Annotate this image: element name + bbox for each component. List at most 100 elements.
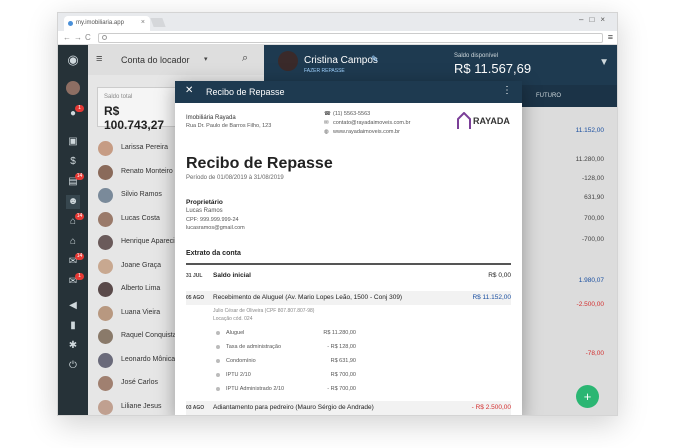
avatar	[98, 399, 113, 415]
settings-icon[interactable]: ✱	[66, 339, 80, 353]
person-name: Henrique Aparecido	[121, 238, 183, 245]
calendar-icon[interactable]: ▣	[66, 135, 80, 149]
logo-text: RAYADA	[473, 116, 510, 126]
user-name: Cristina Campos	[304, 55, 378, 66]
avatar[interactable]	[66, 81, 80, 95]
saldo-card: Saldo total R$ 100.743,27	[97, 87, 183, 132]
avatar	[278, 51, 298, 71]
contract-badge: 14	[75, 173, 84, 180]
browser-menu-icon[interactable]: ≡	[608, 32, 613, 42]
avatar	[98, 211, 113, 227]
row-amount: R$ 11.152,00	[472, 294, 511, 301]
owner-title: Proprietário	[186, 199, 223, 206]
person-name: Larissa Pereira	[121, 144, 169, 151]
url-input[interactable]	[98, 33, 603, 43]
favicon-icon	[68, 21, 73, 26]
row-description: Adiantamento para pedreiro (Mauro Sérgio…	[213, 404, 374, 411]
owner-name: Lucas Ramos	[186, 208, 223, 214]
breakdown-name: IPTU Administrado 2/10	[226, 386, 285, 392]
repasse-link[interactable]: FAZER REPASSE	[304, 68, 345, 74]
people-icon[interactable]: ☻	[66, 195, 80, 209]
close-icon[interactable]: ✕	[185, 85, 193, 96]
breakdown-row: Condomínio R$ 631,90	[216, 358, 356, 370]
menu-icon[interactable]: ≡	[96, 53, 102, 65]
notification-badge: 1	[75, 105, 84, 112]
breakdown-row: Aluguel R$ 11.280,00	[216, 330, 356, 342]
info-icon	[102, 35, 107, 40]
chevron-down-icon[interactable]: ▾	[204, 55, 208, 63]
company-address: Rua Dr. Paulo de Barros Filho, 123	[186, 123, 272, 129]
filter-icon[interactable]: ▼	[599, 57, 609, 68]
phone-icon: ☎	[324, 111, 331, 117]
saldo-value: R$ 100.743,27	[104, 104, 165, 132]
avatar	[98, 258, 113, 274]
app-logo-icon: ◉	[67, 52, 79, 67]
breakdown-row: Taxa de administração - R$ 128,00	[216, 344, 356, 356]
owner-email: lucasramos@gmail.com	[186, 225, 245, 231]
address-bar: ←→C ≡	[58, 31, 617, 45]
avatar	[98, 164, 113, 180]
nav-buttons[interactable]: ←→C	[63, 33, 94, 42]
browser-tab[interactable]: my.imobiliaria.app ×	[64, 16, 150, 31]
avatar	[98, 329, 113, 344]
new-tab-button[interactable]	[150, 18, 166, 27]
account-selector[interactable]: Conta do locador	[121, 55, 190, 65]
person-name: José Carlos	[121, 379, 158, 386]
company-logo: RAYADA	[457, 111, 513, 135]
row-date: 05 AGO	[186, 295, 205, 301]
avatar	[98, 376, 113, 391]
row-amount: R$ 0,00	[488, 272, 511, 279]
person-name: Silvio Ramos	[121, 191, 162, 198]
table-row[interactable]: 05 AGO Recebimento de Aluguel (Av. Mario …	[186, 291, 511, 305]
megaphone-icon[interactable]: ◀	[66, 299, 80, 313]
chart-icon[interactable]: ▮	[66, 319, 80, 333]
table-row[interactable]: 03 AGO Adiantamento para pedreiro (Mauro …	[186, 401, 511, 415]
avatar	[98, 141, 113, 156]
available-balance-value: R$ 11.567,69	[454, 61, 532, 76]
table-row[interactable]: 31 JUL Saldo inicial R$ 0,00	[186, 269, 511, 283]
modal-toolbar: ✕ Recibo de Repasse ⋮	[175, 81, 522, 103]
row-date: 03 AGO	[186, 405, 205, 411]
close-tab-icon[interactable]: ×	[141, 19, 145, 26]
tab-bar: my.imobiliaria.app × –□×	[58, 13, 617, 31]
globe-icon: ◍	[324, 129, 329, 135]
row-amount: - R$ 2.500,00	[471, 404, 511, 411]
avatar	[98, 352, 113, 368]
breakdown-row: IPTU 2/10 R$ 700,00	[216, 372, 356, 384]
tenant-note: Locação cód. 024	[213, 316, 253, 322]
money-icon[interactable]: $	[66, 155, 80, 169]
tab-title: my.imobiliaria.app	[76, 20, 124, 26]
email-icon: ✉	[324, 120, 329, 126]
receipt-modal: ✕ Recibo de Repasse ⋮ Imobiliária Rayada…	[175, 81, 522, 415]
add-button[interactable]: +	[576, 385, 599, 408]
breakdown-name: Condomínio	[226, 358, 256, 364]
avatar	[98, 282, 113, 297]
window-controls[interactable]: –□×	[579, 15, 611, 24]
bullet-icon	[216, 331, 220, 335]
bullet-icon	[216, 359, 220, 363]
receipt-heading: Recibo de Repasse	[186, 155, 333, 172]
person-name: Leonardo Mônica	[121, 355, 176, 363]
tenant-info: Julio César de Oliveira (CPF 807.807.807…	[213, 308, 315, 314]
person-name: Renato Monteiro	[121, 167, 173, 175]
person-name: Joane Graça	[121, 261, 162, 269]
search-icon[interactable]: ⌕	[242, 52, 248, 65]
home-icon[interactable]: ⌂	[66, 235, 80, 249]
avatar	[98, 305, 113, 321]
person-name: Lucas Costa	[121, 214, 160, 222]
bullet-icon	[216, 345, 220, 349]
person-name: Liliane Jesus	[121, 402, 162, 410]
browser-window: my.imobiliaria.app × –□× ←→C ≡ ◉ ● 1 ▣ $…	[57, 12, 618, 416]
building-badge: 14	[75, 213, 84, 220]
avatar	[98, 188, 113, 203]
person-name: Alberto Lima	[121, 285, 161, 292]
modal-title: Recibo de Repasse	[206, 87, 285, 97]
power-icon[interactable]: ⏻	[66, 359, 80, 373]
breakdown-row: IPTU Administrado 2/10 - R$ 700,00	[216, 386, 356, 398]
divider	[186, 263, 511, 265]
breakdown-amount: R$ 700,00	[330, 372, 356, 378]
more-icon[interactable]: ⋮	[502, 85, 512, 96]
bullet-icon	[216, 387, 220, 391]
edit-icon[interactable]: ✎	[371, 54, 379, 65]
company-email: contato@rayadaimoveis.com.br	[333, 120, 411, 126]
